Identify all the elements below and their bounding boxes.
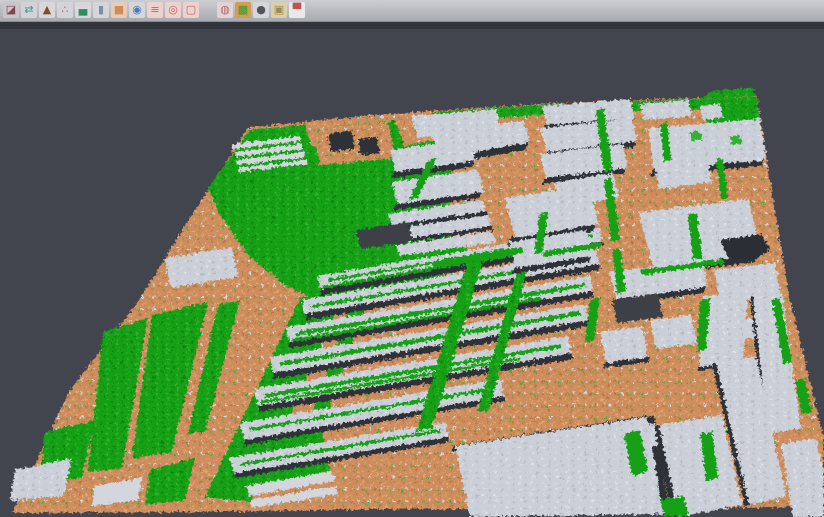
target-icon[interactable]: ◎	[165, 2, 181, 18]
point-cloud-icon[interactable]: ∴	[57, 2, 73, 18]
model-sphere-icon[interactable]: ●	[253, 2, 269, 18]
orthophoto-icon[interactable]: ■	[111, 2, 127, 18]
main-toolbar: ◪⇄▲∴▄▮■◉≡◎▢ ◍▩●▣▀	[0, 0, 824, 22]
attribute-table-icon[interactable]: ≡	[147, 2, 163, 18]
3d-viewport	[0, 29, 824, 517]
move-view-icon[interactable]: ⇄	[21, 2, 37, 18]
point-cloud-canvas[interactable]	[0, 29, 824, 517]
open-scene-icon[interactable]: ◪	[3, 2, 19, 18]
sphere-grid-icon[interactable]: ◍	[217, 2, 233, 18]
profile-icon[interactable]: ▮	[93, 2, 109, 18]
dem-icon[interactable]: ▄	[75, 2, 91, 18]
globe-icon[interactable]: ◉	[129, 2, 145, 18]
terrain-icon[interactable]: ▲	[39, 2, 55, 18]
classification-icon[interactable]: ▩	[235, 2, 251, 18]
marker-icon[interactable]: ▀	[289, 2, 305, 18]
viewport-top-separator	[0, 22, 824, 29]
texture-box-icon[interactable]: ▣	[271, 2, 287, 18]
application-window: { "toolbar": { "icons": [ {"name":"open-…	[0, 0, 824, 517]
region-select-icon[interactable]: ▢	[183, 2, 199, 18]
toolbar-icon-strip: ◪⇄▲∴▄▮■◉≡◎▢ ◍▩●▣▀	[0, 0, 305, 18]
